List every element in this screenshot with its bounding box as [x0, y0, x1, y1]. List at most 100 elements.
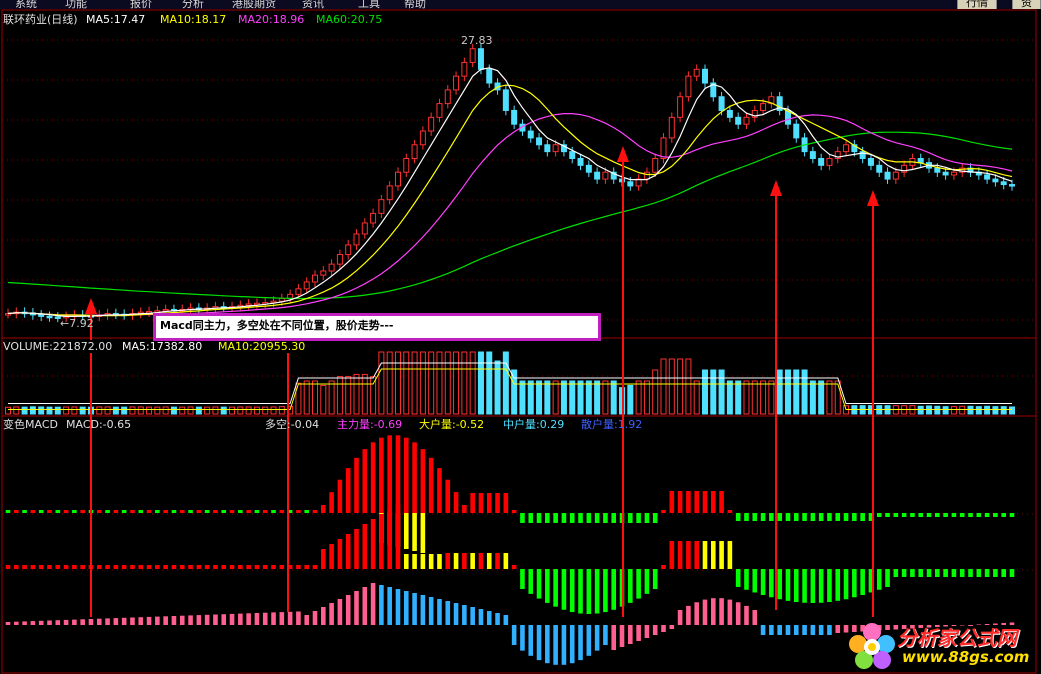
histogram-bar — [312, 611, 318, 625]
candle-body — [336, 254, 343, 265]
histogram-bar — [860, 569, 865, 595]
histogram-bar — [312, 510, 318, 513]
volume-bar — [146, 406, 153, 415]
volume-bar — [934, 405, 941, 415]
histogram-bar — [852, 569, 857, 598]
candle-body — [370, 212, 377, 224]
volume-bar — [784, 369, 791, 415]
histogram-bar — [130, 617, 135, 625]
zhuli-value: 主力量:-0.69 — [337, 418, 403, 431]
histogram-bar — [55, 565, 61, 569]
histogram-bar — [636, 625, 641, 641]
histogram-bar — [569, 569, 575, 613]
volume-bar — [54, 406, 61, 415]
histogram-bar — [387, 509, 392, 569]
arrow-head — [617, 146, 629, 162]
histogram-bar — [652, 513, 658, 523]
candle-body — [668, 116, 675, 139]
histogram-bar — [984, 569, 990, 577]
histogram-bar — [702, 599, 708, 625]
histogram-bar — [603, 625, 608, 645]
histogram-bar — [179, 510, 185, 513]
volume-bar — [668, 358, 675, 415]
histogram-bar — [130, 510, 135, 513]
histogram-bar — [536, 513, 542, 523]
histogram-bar — [594, 625, 600, 651]
volume-bar — [237, 406, 244, 415]
volume-bar — [569, 380, 576, 415]
volume-bar — [71, 406, 78, 415]
volume-bar — [96, 406, 103, 415]
histogram-bar — [246, 613, 251, 625]
ma10-line — [7, 84, 1013, 317]
histogram-bar — [835, 625, 841, 633]
histogram-bar — [96, 510, 102, 513]
histogram-bar — [345, 595, 351, 625]
volume-bar — [801, 369, 808, 415]
macd-value: MACD:-0.65 — [66, 418, 132, 431]
volume-label: VOLUME:221872.00 — [3, 340, 113, 353]
histogram-bar — [1001, 569, 1007, 577]
histogram-bar — [412, 593, 417, 625]
histogram-bar — [362, 587, 368, 625]
candle-body — [892, 171, 899, 180]
histogram-bar — [113, 565, 119, 569]
histogram-bar — [984, 513, 990, 517]
volume-bar — [278, 406, 285, 415]
volume-bar — [361, 373, 368, 415]
histogram-bar — [710, 491, 716, 513]
histogram-bar — [727, 510, 733, 513]
histogram-bar — [628, 569, 633, 603]
histogram-bar — [304, 565, 310, 569]
histogram-bar — [188, 565, 193, 569]
histogram-bar — [569, 625, 575, 664]
histogram-bar — [785, 625, 791, 635]
histogram-bar — [760, 513, 766, 521]
volume-bar — [253, 406, 260, 415]
histogram-bar — [246, 565, 251, 569]
volume-bar — [5, 406, 11, 415]
histogram-bar — [362, 449, 368, 513]
volume-bar — [21, 406, 28, 415]
histogram-bar — [652, 569, 658, 589]
candle-body — [818, 157, 825, 166]
histogram-bar — [993, 513, 998, 517]
histogram-bar — [403, 437, 409, 513]
histogram-bar — [370, 519, 376, 569]
histogram-bar — [793, 569, 799, 603]
candle-body — [345, 244, 352, 256]
volume-bar — [229, 406, 236, 415]
histogram-bar — [503, 615, 509, 625]
volume-bar — [162, 406, 169, 415]
histogram-bar — [238, 510, 243, 513]
histogram-bar — [329, 603, 334, 625]
histogram-bar — [5, 565, 11, 569]
histogram-bar — [545, 513, 550, 523]
histogram-bar — [686, 541, 691, 569]
volume-ma5-line — [8, 362, 1012, 404]
histogram-bar — [876, 513, 882, 517]
histogram-bar — [702, 491, 708, 513]
histogram-bar — [30, 565, 36, 569]
histogram-bar — [113, 510, 119, 513]
histogram-bar — [735, 569, 741, 587]
volume-bar — [370, 376, 377, 415]
zhonghu-value: 中户量:0.29 — [503, 418, 565, 431]
candle-body — [453, 75, 460, 91]
histogram-bar — [694, 491, 699, 513]
volume-bar — [179, 406, 186, 415]
volume-bar — [129, 406, 136, 415]
histogram-bar — [453, 603, 459, 625]
histogram-bar — [511, 625, 517, 645]
histogram-bar — [47, 510, 52, 513]
histogram-bar — [5, 622, 11, 625]
sanhu-value: 散户量:1.92 — [581, 418, 643, 431]
volume-bar — [942, 406, 949, 415]
histogram-bar — [611, 513, 617, 523]
histogram-bar — [238, 613, 243, 625]
histogram-bar — [735, 513, 741, 521]
histogram-bar — [395, 504, 401, 569]
histogram-bar — [196, 615, 202, 625]
volume-bar — [809, 380, 816, 415]
candle-body — [693, 68, 700, 77]
